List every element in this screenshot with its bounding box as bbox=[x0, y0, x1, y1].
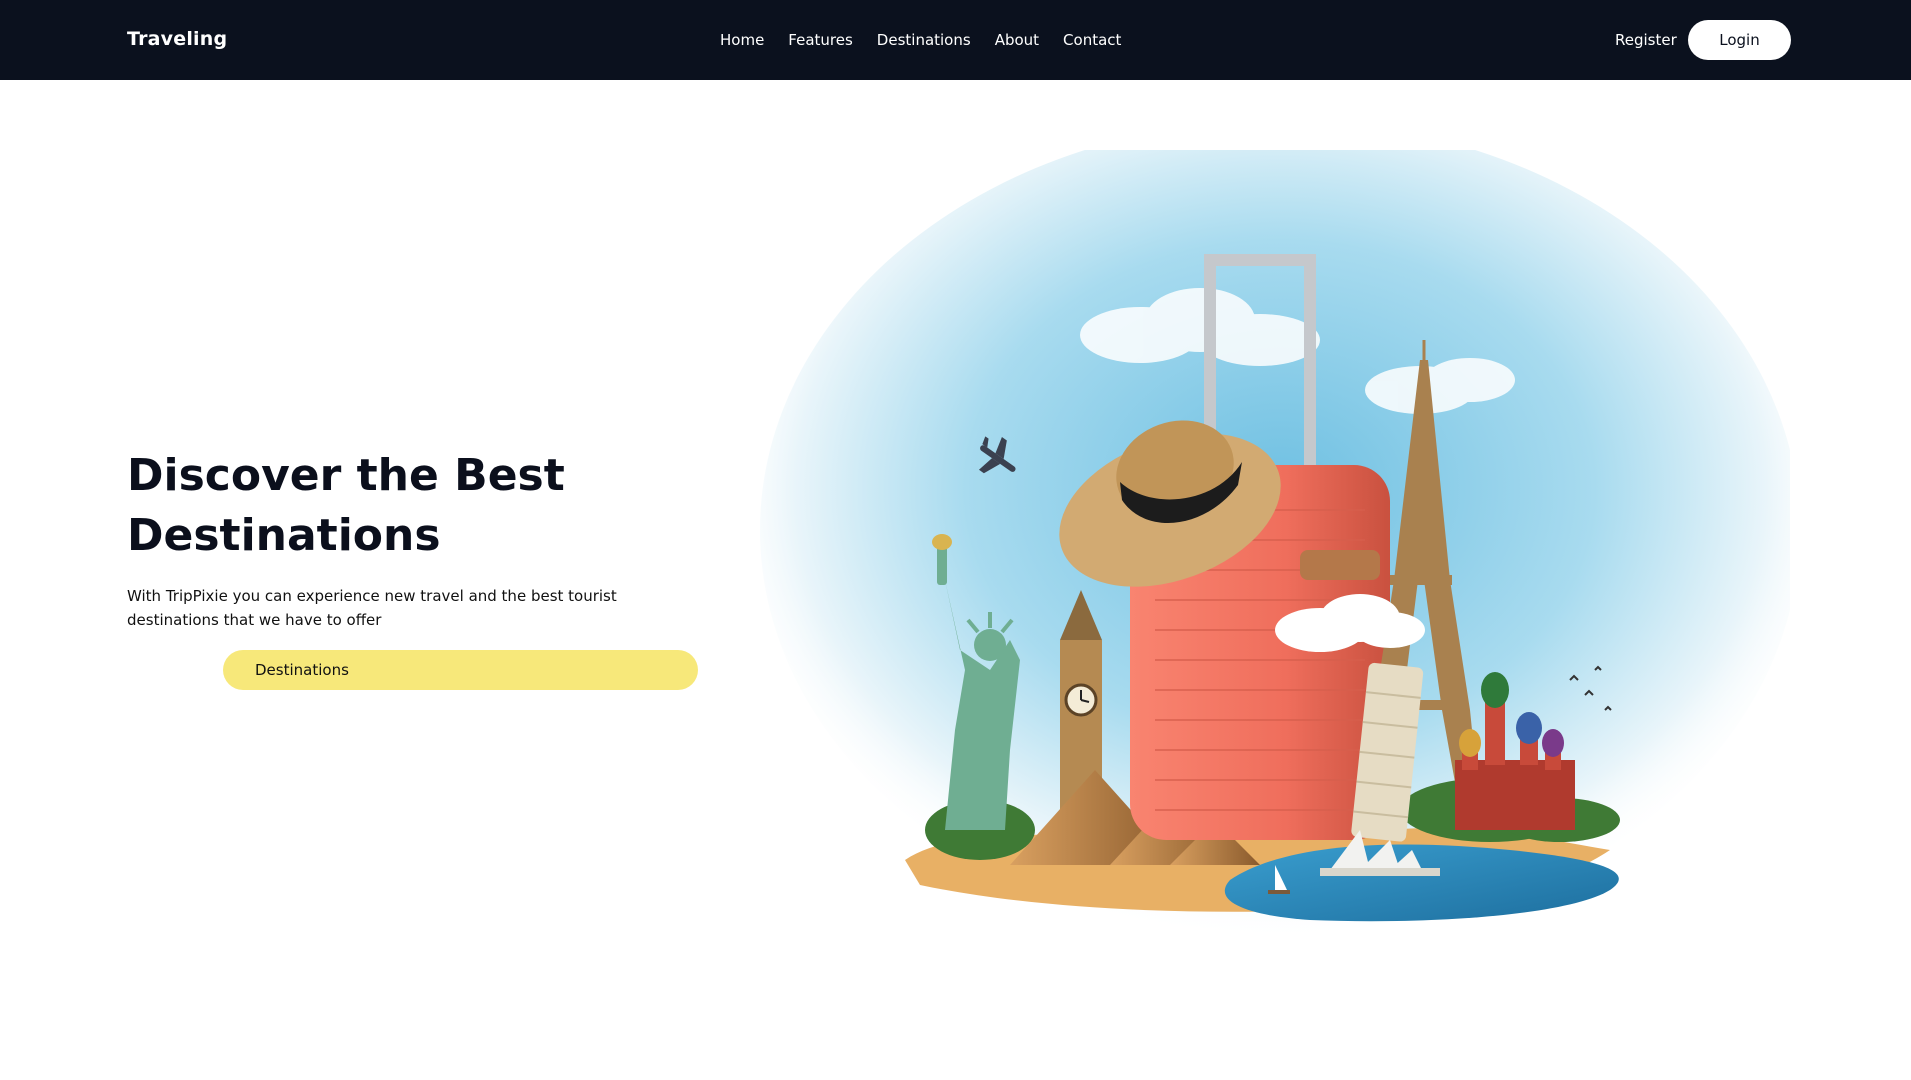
nav-links: Home Features Destinations About Contact bbox=[720, 31, 1121, 49]
nav-link-about[interactable]: About bbox=[995, 31, 1039, 49]
nav-link-features[interactable]: Features bbox=[788, 31, 853, 49]
travel-illustration bbox=[760, 150, 1790, 940]
nav-link-home[interactable]: Home bbox=[720, 31, 764, 49]
nav-link-destinations[interactable]: Destinations bbox=[877, 31, 971, 49]
login-button[interactable]: Login bbox=[1688, 20, 1791, 60]
brand-logo[interactable]: Traveling bbox=[127, 28, 227, 50]
hero-title-line-2: Destinations bbox=[127, 510, 441, 561]
nav-link-contact[interactable]: Contact bbox=[1063, 31, 1121, 49]
hero-description: With TripPixie you can experience new tr… bbox=[127, 587, 617, 629]
hero-title-line-1: Discover the Best bbox=[127, 450, 565, 501]
hero-title: Discover the Best Destinations bbox=[127, 446, 687, 566]
destinations-cta-button[interactable]: Destinations bbox=[223, 650, 698, 690]
navbar: Traveling Home Features Destinations Abo… bbox=[0, 0, 1911, 80]
register-link[interactable]: Register bbox=[1615, 31, 1677, 49]
